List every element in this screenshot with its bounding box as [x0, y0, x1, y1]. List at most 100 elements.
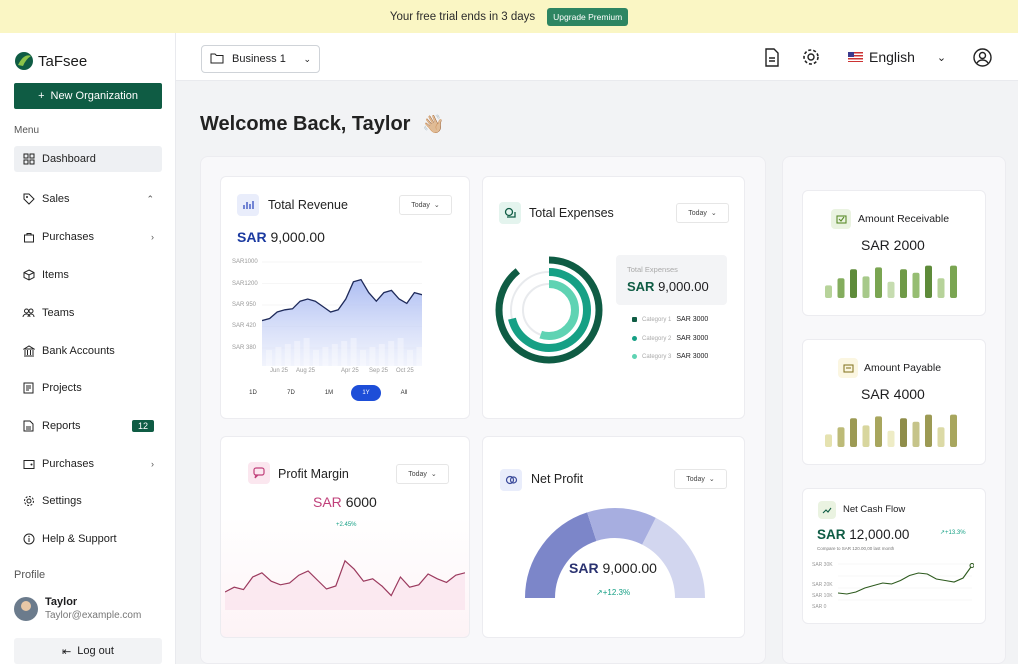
users-icon — [22, 307, 35, 320]
money-out-icon — [838, 358, 858, 378]
bar — [900, 269, 907, 298]
net-profit-period-dropdown[interactable]: Today ⌄ — [674, 469, 727, 489]
revenue-area-chart — [262, 261, 422, 366]
profit-amount: 6000 — [345, 494, 377, 510]
sidebar-item-reports[interactable]: Reports 12 — [14, 413, 162, 439]
folder-icon — [210, 52, 224, 67]
sidebar-item-dashboard[interactable]: Dashboard — [14, 146, 162, 172]
y-tick-label: SAR 380 — [232, 345, 257, 351]
sidebar-item-label: Projects — [42, 382, 82, 394]
business-name: Business 1 — [232, 53, 286, 65]
revenue-bar — [275, 347, 282, 366]
legend-item: Category 1 SAR 3000 — [632, 316, 708, 323]
new-organization-button[interactable]: + New Organization — [14, 83, 162, 109]
chevron-down-icon: ⌄ — [936, 51, 947, 64]
revenue-bar — [294, 341, 301, 366]
bar — [950, 265, 957, 298]
legend-name: Category 2 — [642, 335, 672, 342]
wallet-icon — [22, 458, 35, 471]
chevron-right-icon[interactable]: › — [151, 459, 154, 469]
profit-area — [225, 560, 465, 610]
cash-flow-change-label: +13.3% — [945, 530, 966, 536]
y-tick-label: SAR 30K — [812, 562, 833, 568]
logout-button[interactable]: ⇤ Log out — [14, 638, 162, 664]
sidebar-item-settings[interactable]: Settings — [14, 488, 162, 514]
range-7d-button[interactable]: 7D — [276, 385, 306, 401]
sidebar-item-bank-accounts[interactable]: Bank Accounts — [14, 338, 162, 364]
bar — [850, 269, 857, 298]
bar — [875, 416, 882, 447]
bar — [887, 281, 895, 298]
legend-name: Category 1 — [642, 316, 672, 323]
expenses-summary-box: Total Expenses SAR 9,000.00 — [616, 255, 727, 305]
revenue-bar — [350, 338, 357, 366]
chevron-down-icon: ⌄ — [433, 202, 440, 209]
legend-value: SAR 3000 — [676, 335, 709, 342]
bar — [925, 414, 932, 447]
bar — [950, 414, 957, 447]
expenses-period-dropdown[interactable]: Today ⌄ — [676, 203, 729, 223]
legend-value: SAR 3000 — [676, 353, 709, 360]
x-tick-label: Aug 25 — [296, 368, 316, 374]
expenses-radial-chart — [495, 256, 603, 364]
range-1m-button[interactable]: 1M — [314, 385, 344, 401]
page-title: Welcome Back, Taylor 👋🏼 — [200, 113, 444, 136]
revenue-bar — [341, 341, 348, 366]
sidebar-item-help-support[interactable]: Help & Support — [14, 526, 162, 552]
sidebar-item-label: Bank Accounts — [42, 345, 115, 357]
y-tick-label: SAR1000 — [232, 259, 258, 265]
revenue-bar — [416, 347, 422, 366]
chevron-down-icon: ⌄ — [708, 476, 715, 483]
profit-change: +2.45% — [336, 522, 357, 528]
upgrade-premium-button[interactable]: Upgrade Premium — [547, 7, 629, 26]
sidebar-item-projects[interactable]: Projects — [14, 375, 162, 401]
profit-period-dropdown[interactable]: Today ⌄ — [396, 464, 449, 484]
sidebar-item-purchases-2[interactable]: Purchases › — [14, 451, 162, 477]
legend-swatch — [632, 354, 637, 359]
menu-heading: Menu — [14, 125, 40, 136]
chevron-up-icon[interactable]: ⌃ — [146, 194, 154, 205]
user-name: Taylor — [45, 596, 78, 608]
sidebar-item-teams[interactable]: Teams — [14, 300, 162, 326]
sidebar-item-label: Help & Support — [42, 533, 117, 545]
chevron-down-icon: ⌄ — [710, 210, 717, 217]
chevron-right-icon[interactable]: › — [151, 232, 154, 242]
profile-heading: Profile — [14, 569, 46, 581]
bar — [887, 430, 895, 447]
sidebar-item-label: Sales — [42, 193, 70, 205]
profit-margin-value: SAR 6000 — [313, 494, 377, 510]
sidebar-item-items[interactable]: Items — [14, 262, 162, 288]
y-tick-label: SAR 950 — [232, 302, 257, 308]
revenue-bar — [313, 350, 319, 366]
user-account-icon[interactable] — [972, 47, 992, 67]
brand-logo[interactable]: TaFsee — [14, 51, 87, 71]
revenue-bar — [266, 350, 272, 366]
dropdown-label: Today — [688, 209, 707, 217]
sidebar-item-sales[interactable]: Sales ⌃ — [14, 186, 162, 212]
bar — [937, 427, 945, 447]
sidebar-item-label: Settings — [42, 495, 82, 507]
revenue-period-dropdown[interactable]: Today ⌄ — [399, 195, 452, 215]
business-selector[interactable]: Business 1 ⌄ — [201, 45, 320, 73]
revenue-bar — [322, 347, 329, 366]
sidebar-item-label: Purchases — [42, 458, 94, 470]
document-icon[interactable] — [762, 47, 782, 67]
user-profile[interactable]: Taylor Taylor@example.com — [14, 596, 141, 621]
coins-icon — [500, 469, 522, 491]
revenue-bar — [303, 338, 310, 366]
plus-icon: + — [38, 90, 45, 102]
language-selector[interactable]: English ⌄ — [848, 49, 946, 65]
sidebar: TaFsee + New Organization Menu Dashboard… — [0, 33, 176, 664]
range-all-button[interactable]: All — [389, 385, 419, 401]
sidebar-item-purchases[interactable]: Purchases › — [14, 224, 162, 250]
amount-receivable-title: Amount Receivable — [858, 213, 950, 225]
currency-label: SAR — [313, 494, 342, 510]
total-expenses-title: Total Expenses — [529, 206, 614, 220]
chat-money-icon — [248, 462, 270, 484]
expenses-amount: 9,000.00 — [658, 279, 709, 294]
range-1y-button[interactable]: 1Y — [351, 385, 381, 401]
gear-icon[interactable] — [801, 47, 821, 67]
gear-icon — [22, 495, 35, 508]
range-1d-button[interactable]: 1D — [238, 385, 268, 401]
expenses-summary-label: Total Expenses — [627, 265, 678, 274]
